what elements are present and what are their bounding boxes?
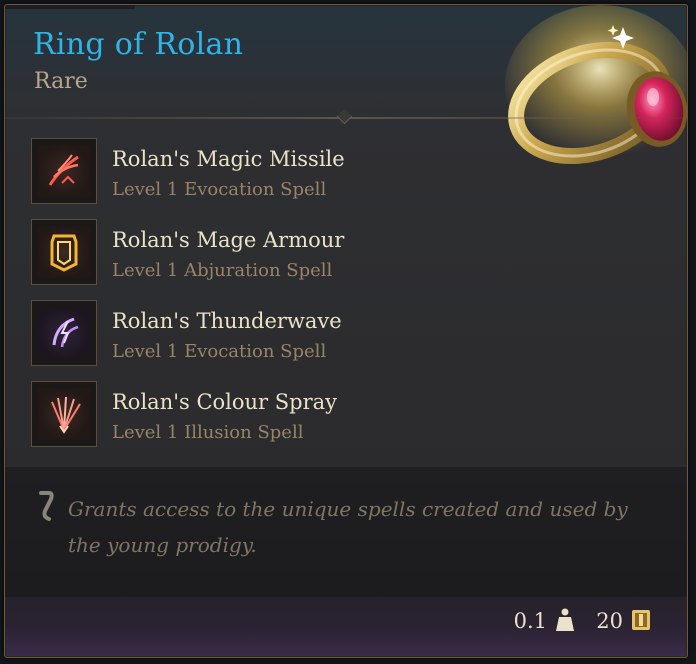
spell-name: Rolan's Thunderwave: [112, 309, 342, 333]
item-description: Grants access to the unique spells creat…: [68, 497, 628, 557]
colour-spray-icon: [31, 381, 97, 447]
spell-level: Level 1 Evocation Spell: [112, 179, 327, 200]
spell-name: Rolan's Mage Armour: [112, 228, 345, 252]
spell-level: Level 1 Abjuration Spell: [112, 260, 333, 281]
ring-icon: [505, 5, 687, 165]
gold-coin-icon: [632, 610, 650, 630]
header-divider: [5, 108, 687, 125]
spell-item[interactable]: Rolan's Colour Spray Level 1 Illusion Sp…: [31, 374, 471, 447]
tooltip-footer: 0.1 20: [387, 587, 687, 657]
spell-level: Level 1 Evocation Spell: [112, 341, 327, 362]
mage-armour-icon: [31, 219, 97, 285]
item-tooltip: Ring of Rolan Rare Rolan's Magic Missile…: [4, 4, 688, 658]
spell-name: Rolan's Magic Missile: [112, 147, 345, 171]
spell-item[interactable]: Rolan's Mage Armour Level 1 Abjuration S…: [31, 212, 471, 285]
weight-value: 0.1: [513, 609, 547, 633]
gold-value: 20: [596, 609, 623, 633]
spell-name: Rolan's Colour Spray: [112, 390, 338, 414]
magic-missile-icon: [31, 138, 97, 204]
thunderwave-icon: [31, 300, 97, 366]
scroll-quill-icon: [39, 491, 54, 521]
spell-item[interactable]: Rolan's Thunderwave Level 1 Evocation Sp…: [31, 293, 471, 366]
spell-item[interactable]: Rolan's Magic Missile Level 1 Evocation …: [31, 131, 471, 204]
weight-icon: [556, 608, 574, 631]
description-area: Grants access to the unique spells creat…: [5, 467, 687, 597]
spell-level: Level 1 Illusion Spell: [112, 422, 304, 443]
item-title: Ring of Rolan: [33, 27, 244, 62]
item-rarity: Rare: [34, 69, 88, 94]
